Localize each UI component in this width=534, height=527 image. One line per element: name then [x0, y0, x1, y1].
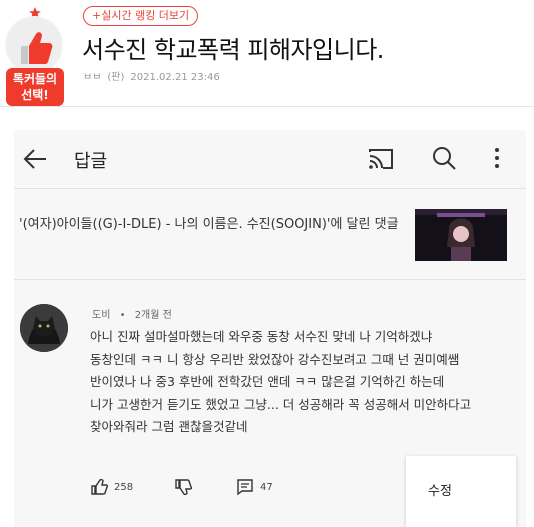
- badge-line2: 선택!: [21, 88, 49, 102]
- comment-header: 도비 • 2개월 전: [92, 306, 172, 321]
- like-count: 258: [114, 481, 134, 493]
- video-title: '(여자)아이들((G)-I-DLE) - 나의 이름은. 수진(SOOJIN)…: [19, 217, 399, 232]
- reply-button[interactable]: 47: [236, 475, 273, 499]
- search-icon[interactable]: [431, 145, 457, 171]
- back-arrow-icon[interactable]: [20, 146, 50, 172]
- post-title: 서수진 학교폭력 피해자입니다.: [82, 36, 384, 64]
- comment-line: 찾아와줘라 그럼 괜찮을것같네: [90, 419, 248, 434]
- like-button[interactable]: 258: [90, 475, 133, 499]
- comment-time: 2개월 전: [134, 310, 172, 321]
- avatar[interactable]: [20, 304, 68, 352]
- post-meta: ㅂㅂ (판) 2021.02.21 23:46: [83, 68, 226, 83]
- toker-choice-badge: 톡커들의 선택!: [0, 2, 72, 106]
- dislike-icon: [175, 479, 192, 496]
- post-author-tag: (판): [107, 72, 125, 83]
- reply-appbar: 답글: [14, 130, 526, 188]
- more-vert-icon[interactable]: [492, 146, 502, 170]
- comment-line: 아니 진짜 설마설마했는데 와우중 동창 서수진 맞네 나 기억하겠냐: [90, 329, 433, 344]
- header-divider: [0, 106, 534, 107]
- thumb-circle: [5, 16, 63, 74]
- edit-menu-item[interactable]: 수정: [428, 480, 452, 499]
- edit-menu: 수정: [406, 456, 516, 527]
- comment-line: 동창인데 ㅋㅋ 니 항상 우리반 왔었잖아 강수진보려고 그때 넌 권미예쌤: [90, 351, 460, 367]
- embedded-screenshot: 답글 '(여자)아이들((G)-I-DLE) - 나의 이름은. 수진(SOOJ…: [14, 130, 526, 527]
- video-divider: [14, 279, 526, 280]
- video-row[interactable]: '(여자)아이들((G)-I-DLE) - 나의 이름은. 수진(SOOJIN)…: [14, 189, 526, 279]
- comment-line: 반이였나 나 중3 후반에 전학갔던 앤데 ㅋㅋ 많은걸 기억하긴 하는데: [90, 374, 445, 389]
- cast-icon[interactable]: [367, 147, 395, 171]
- thumbs-up-icon: [21, 32, 53, 64]
- badge-line1: 톡커들의: [12, 72, 58, 86]
- reply-icon: [237, 479, 253, 496]
- realtime-ranking-link[interactable]: +실시간 랭킹 더보기: [83, 6, 199, 26]
- comment-line: 니가 고생한거 듣기도 했었고 그냥... 더 성공해라 꼭 성공해서 미안하다…: [90, 396, 472, 412]
- comment-actions: 258 47: [90, 475, 390, 499]
- reply-count: 47: [260, 481, 273, 493]
- dislike-button[interactable]: [174, 475, 198, 499]
- post-author[interactable]: ㅂㅂ: [83, 72, 101, 83]
- post-datetime: 2021.02.21 23:46: [130, 72, 220, 83]
- like-icon: [91, 478, 108, 495]
- comment-dot: •: [119, 310, 126, 321]
- badge-label: 톡커들의 선택!: [6, 68, 64, 106]
- comment-author[interactable]: 도비: [92, 310, 110, 321]
- video-thumbnail[interactable]: [415, 209, 507, 261]
- appbar-title: 답글: [74, 151, 108, 172]
- comment-body: 아니 진짜 설마설마했는데 와우중 동창 서수진 맞네 나 기억하겠냐 동창인데…: [90, 326, 500, 439]
